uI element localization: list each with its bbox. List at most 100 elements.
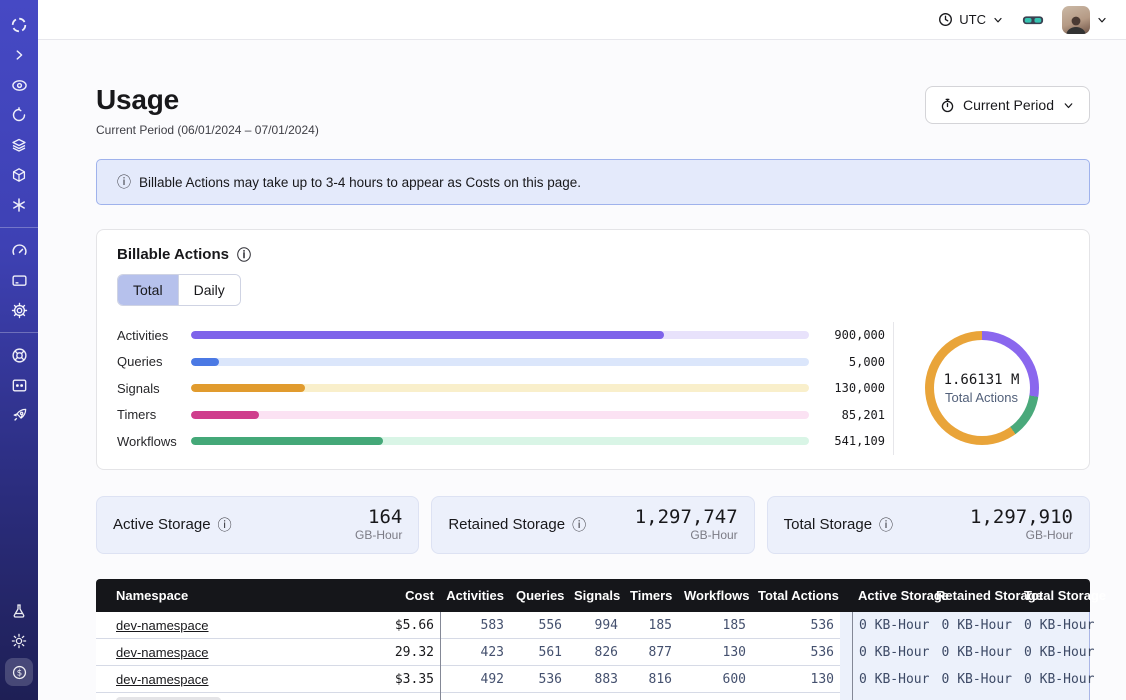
storage-card-value: 164 [355, 507, 402, 528]
settings-gear-icon[interactable] [4, 297, 34, 323]
page-title: Usage [96, 84, 319, 116]
main-content: Usage Current Period (06/01/2024 – 07/01… [38, 40, 1126, 700]
goggles-icon[interactable] [1022, 12, 1044, 28]
storage-card-value: 1,297,747 [635, 507, 738, 528]
bar-chart: Activities 900,000 Queries 5,000 Signals [117, 322, 893, 455]
cell-activities: 492 [440, 666, 510, 693]
info-icon[interactable]: ⓘ [572, 518, 586, 532]
account-menu[interactable] [1062, 6, 1108, 34]
tab-total[interactable]: Total [118, 275, 179, 305]
cell-total-actions: 536 [752, 618, 840, 633]
bar-value: 900,000 [809, 328, 885, 342]
clock-icon [938, 12, 953, 27]
bar-row-workflows: Workflows 541,109 [117, 428, 885, 455]
period-button-label: Current Period [963, 97, 1054, 113]
col-header-namespace: Namespace [96, 588, 355, 603]
cell-active-storage: 0 KB-Hour [852, 639, 930, 666]
billing-card-icon[interactable] [4, 267, 34, 293]
bar-value: 85,201 [809, 408, 885, 422]
cell-total-actions: 130 [752, 672, 840, 687]
timezone-label: UTC [959, 12, 986, 27]
billable-actions-card: Billable Actions ⓘ Total Daily Activitie… [96, 229, 1090, 470]
banner-text: Billable Actions may take up to 3-4 hour… [139, 175, 581, 190]
support-lifebuoy-icon[interactable] [4, 342, 34, 368]
bar-row-activities: Activities 900,000 [117, 322, 885, 349]
tab-daily[interactable]: Daily [179, 275, 240, 305]
info-icon[interactable]: ⓘ [879, 518, 893, 532]
bar-value: 130,000 [809, 381, 885, 395]
rocket-icon[interactable] [4, 402, 34, 428]
sidebar-divider [0, 227, 38, 228]
namespace-link[interactable]: dev-namespace [116, 697, 221, 700]
col-header-active-storage: Active Storage [852, 588, 930, 603]
cube-icon[interactable] [4, 162, 34, 188]
cell-workflows: 130 [678, 645, 752, 660]
cell-cost: $5.66 [355, 618, 440, 633]
history-clock-icon[interactable] [4, 102, 34, 128]
namespace-link[interactable]: dev-namespace [116, 618, 209, 633]
cell-signals: 994 [568, 618, 624, 633]
table-row: dev-namespace 29.32 423 561 826 877 130 … [96, 639, 1090, 666]
cell-signals: 826 [568, 645, 624, 660]
chevron-down-icon [1062, 99, 1075, 112]
avatar[interactable] [1062, 6, 1090, 34]
timezone-dropdown[interactable]: UTC [938, 12, 1004, 27]
cell-queries: 561 [510, 645, 568, 660]
usage-gauge-icon[interactable] [4, 237, 34, 263]
bar-label: Workflows [117, 434, 191, 449]
storage-cards: Active Storage ⓘ 164 GB-Hour Retained St… [96, 496, 1090, 554]
cell-cost: 29.32 [355, 645, 440, 660]
table-row-partial: dev-namespace [96, 693, 1090, 700]
namespace-usage-table: Namespace Cost Activities Queries Signal… [96, 579, 1090, 700]
bar-fill [191, 411, 259, 419]
storage-card-unit: GB-Hour [635, 528, 738, 542]
bar-fill [191, 437, 383, 445]
cell-workflows: 600 [678, 672, 752, 687]
total-daily-toggle: Total Daily [117, 274, 241, 306]
cell-activities: 583 [440, 612, 510, 639]
cell-queries: 536 [510, 672, 568, 687]
total-actions-label: Total Actions [945, 390, 1018, 405]
donut-center: 1.66131 M Total Actions [934, 340, 1030, 436]
total-storage-card: Total Storage ⓘ 1,297,910 GB-Hour [767, 496, 1090, 554]
bar-track [191, 331, 809, 339]
storage-card-unit: GB-Hour [970, 528, 1073, 542]
col-header-total-actions: Total Actions [752, 588, 840, 603]
info-icon[interactable]: ⓘ [218, 518, 232, 532]
cell-total-storage: 0 KB-Hour [1018, 666, 1090, 693]
cell-activities: 423 [440, 639, 510, 666]
storage-card-label: Total Storage [784, 516, 872, 533]
bar-row-signals: Signals 130,000 [117, 375, 885, 402]
lab-flask-icon[interactable] [4, 598, 34, 624]
cell-timers: 185 [624, 618, 678, 633]
page-subtitle: Current Period (06/01/2024 – 07/01/2024) [96, 123, 319, 137]
sidebar: $ [0, 0, 38, 700]
cell-retained-storage: 0 KB-Hour [930, 639, 1018, 666]
usage-dollar-icon[interactable]: $ [5, 658, 33, 686]
table-header-row: Namespace Cost Activities Queries Signal… [96, 579, 1090, 612]
cell-total-storage: 0 KB-Hour [1018, 612, 1090, 639]
cell-active-storage: 0 KB-Hour [852, 612, 930, 639]
theme-sun-icon[interactable] [4, 628, 34, 654]
namespace-link[interactable]: dev-namespace [116, 672, 209, 687]
sidebar-divider [0, 332, 38, 333]
namespace-link[interactable]: dev-namespace [116, 645, 209, 660]
temporal-logo-icon[interactable] [4, 12, 34, 38]
info-icon[interactable]: ⓘ [237, 248, 251, 262]
cell-timers: 877 [624, 645, 678, 660]
col-header-activities: Activities [440, 588, 510, 603]
namespaces-eye-icon[interactable] [4, 72, 34, 98]
info-icon: ⓘ [117, 175, 131, 189]
page-header: Usage Current Period (06/01/2024 – 07/01… [96, 84, 1090, 137]
storage-card-unit: GB-Hour [355, 528, 402, 542]
period-dropdown-button[interactable]: Current Period [925, 86, 1090, 124]
bar-label: Queries [117, 354, 191, 369]
col-header-retained-storage: Retained Storage [930, 588, 1018, 603]
layers-icon[interactable] [4, 132, 34, 158]
feedback-screen-icon[interactable] [4, 372, 34, 398]
nexus-asterisk-icon[interactable] [4, 192, 34, 218]
bar-row-queries: Queries 5,000 [117, 349, 885, 376]
sidebar-collapse-icon[interactable] [4, 42, 34, 68]
cell-total-actions: 536 [752, 645, 840, 660]
bar-fill [191, 384, 305, 392]
